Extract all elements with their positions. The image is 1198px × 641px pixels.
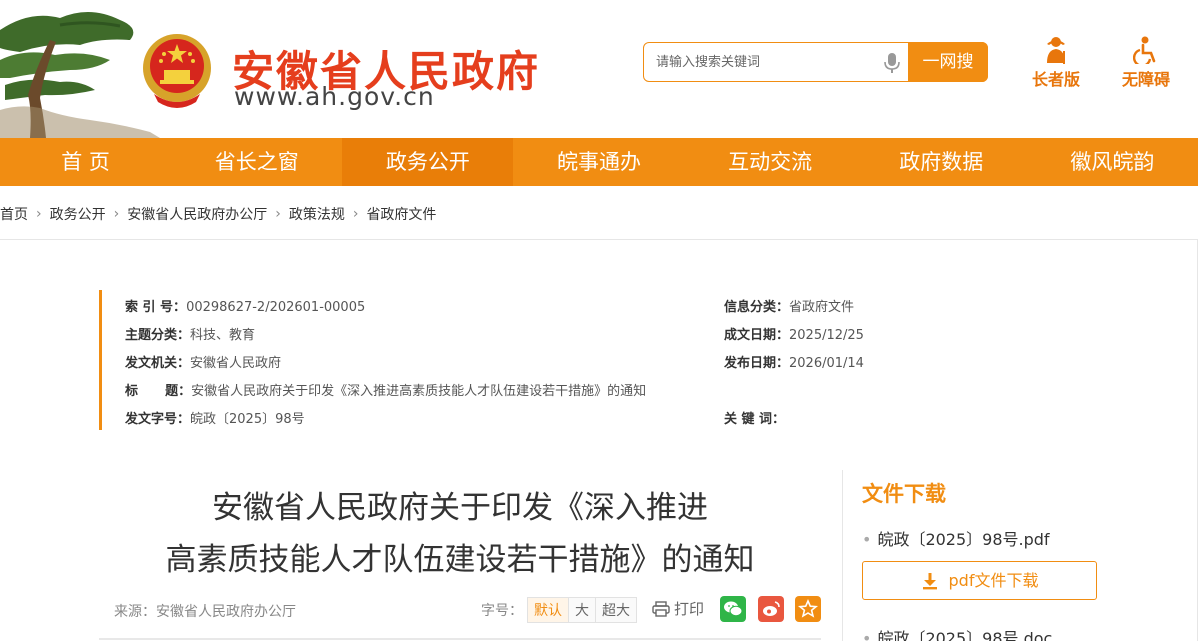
article-title-line2: 高素质技能人才队伍建设若干措施》的通知 (165, 542, 755, 578)
chevron-right-icon: › (275, 206, 281, 222)
print-button[interactable]: 打印 (652, 598, 704, 619)
search-button[interactable]: 一网搜 (908, 42, 988, 82)
accessibility-label: 无障碍 (1121, 70, 1170, 89)
national-emblem-icon (143, 34, 211, 108)
font-size-default[interactable]: 默认 (528, 598, 569, 622)
meta-topic: 主题分类：科技、教育 (125, 328, 256, 343)
printer-icon (652, 600, 670, 617)
favorite-icon (797, 599, 819, 618)
breadcrumb-public-affairs[interactable]: 政务公开 (50, 204, 106, 224)
nav-item-data[interactable]: 政府数据 (856, 138, 1027, 186)
meta-title: 标 题：安徽省人民政府关于印发《深入推进高素质技能人才队伍建设若干措施》的通知 (125, 384, 647, 399)
meta-published: 发布日期：2026/01/14 (724, 356, 864, 371)
meta-keywords: 关 键 词： (724, 412, 786, 427)
breadcrumb: 首页 › 政务公开 › 安徽省人民政府办公厅 › 政策法规 › 省政府文件 (0, 204, 436, 224)
accessibility-button[interactable]: 无障碍 (1111, 36, 1181, 90)
elder-mode-button[interactable]: 长者版 (1021, 36, 1091, 90)
elder-icon (1047, 37, 1065, 64)
main-nav: 首 页 省长之窗 政务公开 皖事通办 互动交流 政府数据 徽风皖韵 (0, 138, 1198, 186)
nav-item-culture[interactable]: 徽风皖韵 (1027, 138, 1198, 186)
font-size-large[interactable]: 大 (569, 598, 596, 622)
font-size-xlarge[interactable]: 超大 (596, 598, 636, 622)
nav-item-public-affairs[interactable]: 政务公开 (342, 138, 514, 186)
download-title: 文件下载 (862, 482, 946, 506)
chevron-right-icon: › (113, 206, 120, 222)
weibo-icon (763, 601, 780, 616)
search-input[interactable] (644, 43, 906, 81)
document-meta: 索 引 号：00298627-2/202601-00005 信息分类：省政府文件… (99, 290, 899, 430)
meta-issuer: 发文机关：安徽省人民政府 (125, 356, 282, 371)
article-title: 安徽省人民政府关于印发《深入推进 高素质技能人才队伍建设若干措施》的通知 (100, 482, 820, 586)
download-file-pdf[interactable]: • 皖政〔2025〕98号.pdf (862, 526, 1050, 550)
chevron-right-icon: › (36, 206, 42, 222)
meta-created: 成文日期：2025/12/25 (724, 328, 864, 343)
site-header: 安徽省人民政府 www.ah.gov.cn 一网搜 长者版 无障碍 (0, 0, 1198, 138)
nav-item-governor[interactable]: 省长之窗 (171, 138, 342, 186)
share-weibo-button[interactable] (758, 596, 784, 622)
download-file-doc[interactable]: • 皖政〔2025〕98号.doc (862, 625, 1052, 641)
font-size-switcher: 字号： 默认 大 超大 (481, 597, 637, 623)
wechat-icon (724, 601, 743, 617)
chevron-right-icon: › (352, 206, 359, 222)
article-divider (99, 638, 821, 640)
print-label: 打印 (674, 600, 705, 618)
breadcrumb-office[interactable]: 安徽省人民政府办公厅 (127, 204, 267, 224)
elder-mode-label: 长者版 (1031, 70, 1080, 89)
breadcrumb-home[interactable]: 首页 (0, 204, 28, 224)
article-source: 来源：安徽省人民政府办公厅 (114, 604, 296, 620)
add-favorite-button[interactable] (795, 596, 821, 622)
font-size-label: 字号： (481, 603, 523, 619)
sidebar-divider (842, 470, 843, 641)
pdf-download-button[interactable]: pdf文件下载 (862, 561, 1097, 600)
font-size-options: 默认 大 超大 (527, 597, 637, 623)
nav-item-services[interactable]: 皖事通办 (513, 138, 684, 186)
article-title-line1: 安徽省人民政府关于印发《深入推进 (212, 490, 708, 526)
accessibility-icon (1133, 36, 1156, 64)
pdf-download-label: pdf文件下载 (948, 571, 1039, 590)
breadcrumb-policy[interactable]: 政策法规 (289, 204, 345, 224)
nav-item-interaction[interactable]: 互动交流 (685, 138, 856, 186)
download-icon (922, 572, 937, 589)
nav-item-home[interactable]: 首 页 (0, 138, 171, 186)
microphone-icon[interactable] (884, 52, 900, 74)
meta-doc-no: 发文字号：皖政〔2025〕98号 (125, 412, 305, 427)
meta-index-no: 索 引 号：00298627-2/202601-00005 (125, 300, 366, 315)
share-wechat-button[interactable] (720, 596, 746, 622)
breadcrumb-documents[interactable]: 省政府文件 (366, 204, 436, 224)
site-url: www.ah.gov.cn (234, 82, 435, 111)
meta-category: 信息分类：省政府文件 (724, 300, 855, 315)
